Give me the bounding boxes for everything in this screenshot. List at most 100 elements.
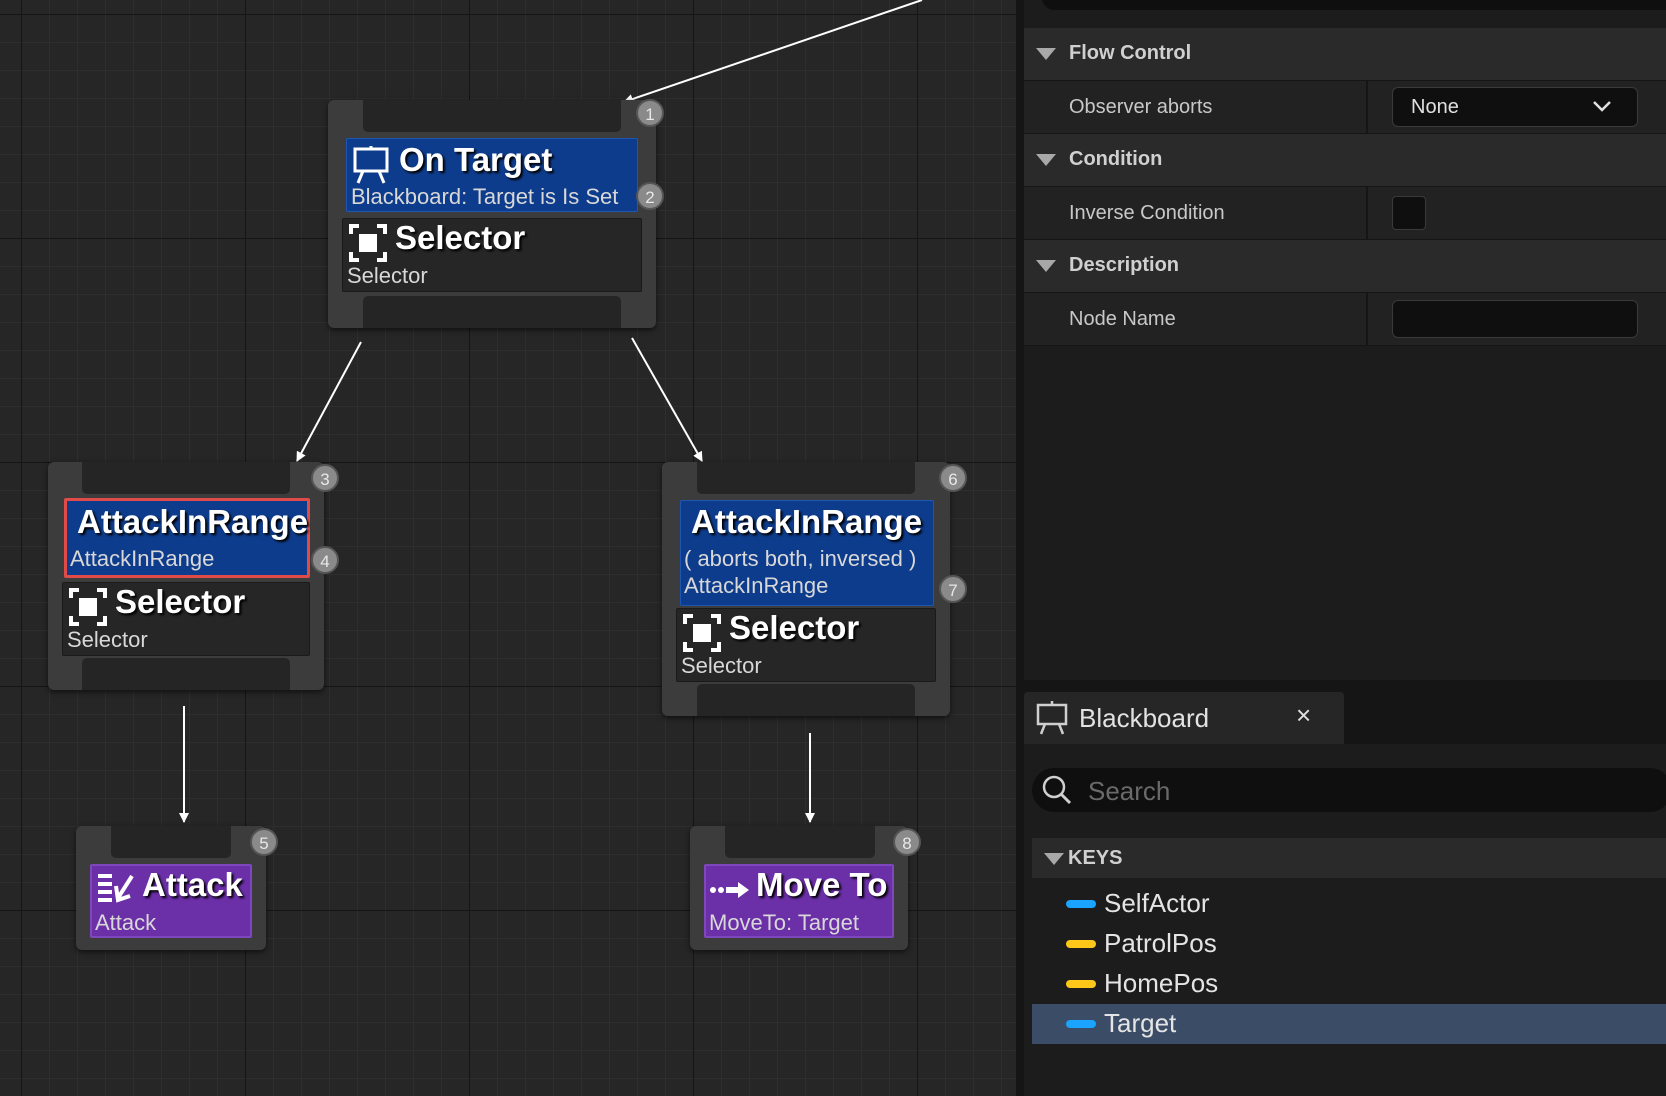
task-title: Move To — [756, 866, 888, 903]
right-selector-node[interactable]: AttackInRange ( aborts both, inversed ) … — [662, 462, 950, 716]
category-label: Description — [1069, 254, 1180, 276]
blackboard-panel: Blackboard × Search KEYS SelfActor Patro… — [1024, 688, 1666, 1096]
wire-incoming — [623, 0, 923, 104]
decorator-abort-info: ( aborts both, inversed ) — [684, 546, 917, 571]
category-label: Condition — [1069, 148, 1163, 170]
execution-order-badge: 6 — [939, 464, 967, 492]
move-to-task-node[interactable]: Move To MoveTo: Target — [690, 826, 908, 950]
property-label: Observer aborts — [1069, 96, 1213, 118]
collapse-triangle-icon[interactable] — [1036, 260, 1056, 272]
on-target-decorator[interactable]: On Target Blackboard: Target is Is Set — [346, 138, 638, 212]
details-panel: Flow Control Observer aborts None Condit… — [1024, 0, 1666, 680]
key-name: HomePos — [1104, 968, 1219, 998]
decorator-subtitle: AttackInRange — [70, 546, 215, 571]
category-label: Flow Control — [1069, 42, 1192, 64]
key-name: SelfActor — [1104, 888, 1210, 918]
chevron-down-icon — [1593, 101, 1611, 112]
keys-label: KEYS — [1068, 847, 1123, 869]
decorator-subtitle: Blackboard: Target is Is Set — [351, 184, 619, 209]
left-selector-node[interactable]: AttackInRange AttackInRange Selector Sel… — [48, 462, 324, 690]
property-inverse-condition: Inverse Condition — [1024, 187, 1666, 240]
details-search-input[interactable] — [1042, 0, 1666, 10]
attack-task-icon — [98, 874, 134, 903]
key-type-color-icon — [1066, 900, 1096, 908]
inverse-condition-checkbox[interactable] — [1392, 196, 1426, 230]
moveto-input-pin[interactable] — [725, 826, 875, 858]
selector-icon — [349, 224, 387, 262]
collapse-triangle-icon[interactable] — [1044, 853, 1064, 865]
task-title: Attack — [142, 866, 243, 903]
search-icon — [1042, 775, 1072, 805]
key-item-homepos[interactable]: HomePos — [1032, 964, 1666, 1004]
execution-order-badge: 8 — [893, 828, 921, 856]
key-name: Target — [1104, 1008, 1177, 1038]
key-type-color-icon — [1066, 980, 1096, 988]
key-type-color-icon — [1066, 940, 1096, 948]
column-splitter[interactable] — [1366, 293, 1368, 345]
blackboard-search-input[interactable]: Search — [1032, 768, 1666, 812]
key-item-patrolpos[interactable]: PatrolPos — [1032, 924, 1666, 964]
collapse-triangle-icon[interactable] — [1036, 154, 1056, 166]
property-observer-aborts: Observer aborts None — [1024, 81, 1666, 134]
property-node-name: Node Name — [1024, 293, 1666, 346]
key-type-color-icon — [1066, 1020, 1096, 1028]
decorator-title: On Target — [399, 141, 553, 178]
attack-in-range-decorator-selected[interactable]: AttackInRange AttackInRange — [64, 498, 310, 578]
observer-aborts-dropdown[interactable]: None — [1392, 87, 1638, 127]
task-subtitle: MoveTo: Target — [709, 910, 860, 935]
composite-title: Selector — [115, 583, 246, 620]
task-subtitle: Attack — [95, 910, 157, 935]
right-output-pin[interactable] — [697, 684, 915, 716]
attack-in-range-decorator[interactable]: AttackInRange ( aborts both, inversed ) … — [680, 500, 934, 606]
execution-order-badge: 7 — [939, 575, 967, 603]
blackboard-tab[interactable]: Blackboard × — [1024, 692, 1344, 744]
selector-icon — [69, 588, 107, 626]
node-name-input[interactable] — [1392, 300, 1638, 338]
wire-root-right — [631, 337, 703, 462]
root-selector-composite[interactable]: Selector Selector — [342, 218, 642, 292]
root-node[interactable]: On Target Blackboard: Target is Is Set S… — [328, 100, 656, 328]
root-input-pin[interactable] — [363, 100, 621, 132]
keys-category[interactable]: KEYS — [1032, 838, 1666, 878]
property-label: Node Name — [1069, 308, 1176, 330]
category-flow-control[interactable]: Flow Control — [1024, 28, 1666, 81]
composite-subtitle: Selector — [681, 653, 762, 678]
decorator-title: AttackInRange — [77, 503, 309, 540]
attack-task-node[interactable]: Attack Attack — [76, 826, 266, 950]
selector-icon — [683, 614, 721, 652]
composite-title: Selector — [395, 219, 526, 256]
left-selector-composite[interactable]: Selector Selector — [62, 582, 310, 656]
composite-subtitle: Selector — [67, 627, 148, 652]
right-selector-composite[interactable]: Selector Selector — [676, 608, 936, 682]
execution-order-badge: 3 — [311, 464, 339, 492]
collapse-triangle-icon[interactable] — [1036, 48, 1056, 60]
decorator-subtitle: AttackInRange — [684, 573, 829, 598]
close-icon[interactable]: × — [1296, 700, 1311, 731]
execution-order-badge: 2 — [636, 182, 664, 210]
attack-input-pin[interactable] — [111, 826, 231, 858]
execution-order-badge: 5 — [250, 828, 278, 856]
key-name: PatrolPos — [1104, 928, 1217, 958]
left-output-pin[interactable] — [82, 658, 290, 690]
attack-task[interactable]: Attack Attack — [90, 864, 252, 938]
category-description[interactable]: Description — [1024, 240, 1666, 293]
move-to-task[interactable]: Move To MoveTo: Target — [704, 864, 894, 938]
behavior-tree-graph[interactable]: On Target Blackboard: Target is Is Set S… — [0, 0, 1016, 1096]
column-splitter[interactable] — [1366, 81, 1368, 133]
key-item-selfactor[interactable]: SelfActor — [1032, 884, 1666, 924]
blackboard-icon — [1036, 701, 1068, 735]
property-label: Inverse Condition — [1069, 202, 1225, 224]
search-placeholder: Search — [1088, 776, 1171, 806]
execution-order-badge: 1 — [636, 99, 664, 127]
composite-title: Selector — [729, 609, 860, 646]
column-splitter[interactable] — [1366, 187, 1368, 239]
tab-label: Blackboard — [1079, 703, 1210, 733]
decorator-title: AttackInRange — [691, 503, 923, 540]
wire-root-left — [296, 341, 362, 462]
category-condition[interactable]: Condition — [1024, 134, 1666, 187]
left-input-pin[interactable] — [82, 462, 290, 494]
move-to-icon — [710, 882, 749, 898]
root-output-pin[interactable] — [363, 296, 621, 328]
right-input-pin[interactable] — [697, 462, 915, 494]
key-item-target[interactable]: Target — [1032, 1004, 1666, 1044]
